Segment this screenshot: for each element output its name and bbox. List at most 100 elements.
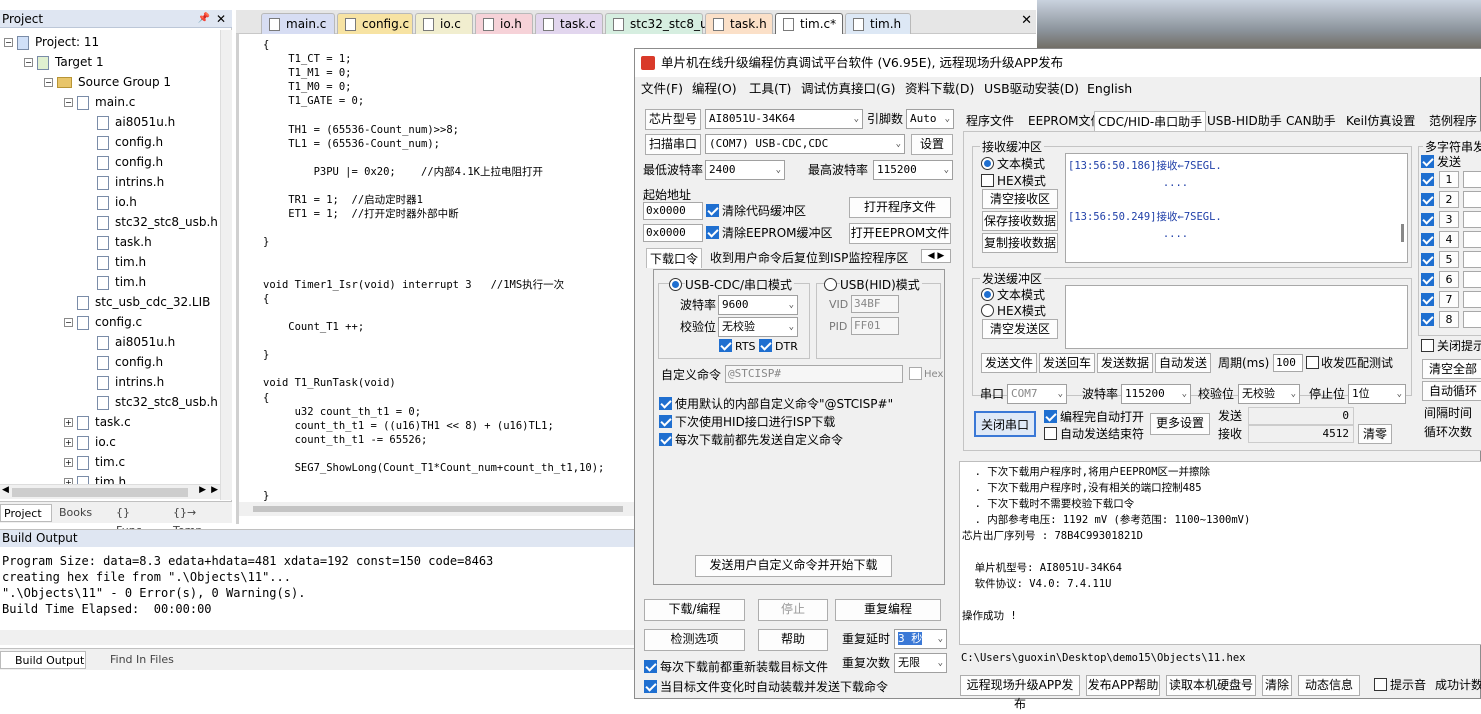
send-text-area[interactable]	[1065, 285, 1408, 349]
tree-item[interactable]: + io.c	[64, 432, 116, 452]
tab-download-password[interactable]: 下载口令	[646, 248, 703, 268]
build-output-scrollbar[interactable]	[0, 630, 636, 645]
multi-string-input[interactable]	[1463, 211, 1481, 228]
tree-item[interactable]: config.h	[84, 352, 163, 372]
editor-tab[interactable]: io.h	[475, 13, 533, 34]
tab-right-4[interactable]: CAN助手	[1283, 111, 1339, 131]
match-test-checkbox[interactable]	[1306, 356, 1319, 369]
multi-string-send-button[interactable]: 2	[1439, 191, 1459, 208]
usb-cdc-mode-radio[interactable]	[669, 278, 682, 291]
tx-hex-mode-radio[interactable]	[981, 304, 994, 317]
send-return-button[interactable]: 发送回车	[1039, 353, 1095, 373]
clear-eeprom-checkbox[interactable]	[706, 226, 719, 239]
multi-string-checkbox[interactable]	[1421, 213, 1434, 226]
menu-usb-driver[interactable]: USB驱动安装(D)	[984, 79, 1079, 99]
auto-load-checkbox[interactable]	[644, 680, 657, 693]
serial-parity-select[interactable]: 无校验 ⌄	[1238, 384, 1300, 404]
multi-string-input[interactable]	[1463, 231, 1481, 248]
tab-functions[interactable]: {} Func...	[113, 504, 169, 537]
clear-all-button[interactable]: 清空全部	[1422, 359, 1481, 379]
serial-port-select[interactable]: COM7 ⌄	[1007, 384, 1067, 404]
send-before-download-checkbox[interactable]	[659, 433, 672, 446]
clear-code-checkbox[interactable]	[706, 204, 719, 217]
editor-tab[interactable]: task.c	[535, 13, 603, 34]
tree-vertical-scrollbar[interactable]	[220, 30, 232, 500]
multi-string-checkbox[interactable]	[1421, 253, 1434, 266]
tab-build-output[interactable]: Build Output	[0, 651, 86, 669]
multi-string-send-button[interactable]: 1	[1439, 171, 1459, 188]
download-program-button[interactable]: 下载/编程	[644, 599, 745, 621]
port-select[interactable]: (COM7) USB-CDC,CDC ⌄	[705, 134, 905, 154]
close-serial-port-button[interactable]: 关闭串口	[974, 411, 1036, 437]
tab-right-0[interactable]: 程序文件	[963, 111, 1017, 131]
editor-tab[interactable]: task.h	[705, 13, 773, 34]
multi-string-send-button[interactable]: 8	[1439, 311, 1459, 328]
code-editor[interactable]: { T1_CT = 1; T1_M1 = 0; T1_M0 = 0; T1_GA…	[236, 34, 636, 524]
more-settings-button[interactable]: 更多设置	[1150, 413, 1210, 435]
chip-model-select[interactable]: AI8051U-34K64 ⌄	[705, 109, 863, 129]
close-editor-icon[interactable]: ✕	[1021, 13, 1032, 28]
tab-templates[interactable]: {}→ Temp...	[170, 504, 230, 537]
multi-string-input[interactable]	[1463, 291, 1481, 308]
multi-send-all-checkbox[interactable]	[1421, 155, 1434, 168]
save-receive-button[interactable]: 保存接收数据	[982, 211, 1058, 231]
eeprom-start-address-input[interactable]: 0x0000	[643, 224, 703, 242]
tab-find-in-files[interactable]: Find In Files	[92, 651, 182, 669]
multi-string-input[interactable]	[1463, 311, 1481, 328]
collapse-icon[interactable]: −	[4, 38, 13, 47]
receive-text-area[interactable]: [13:56:50.186]接收←7SEGL. .... [13:56:50.24…	[1065, 153, 1408, 263]
multi-string-send-button[interactable]: 5	[1439, 251, 1459, 268]
expand-icon[interactable]: +	[64, 438, 73, 447]
expand-icon[interactable]: +	[64, 418, 73, 427]
tab-project[interactable]: Project	[0, 504, 52, 522]
expand-icon[interactable]: +	[64, 458, 73, 467]
tree-item[interactable]: tim.h	[84, 252, 146, 272]
tree-item[interactable]: stc32_stc8_usb.h	[84, 392, 218, 412]
operation-log[interactable]: . 下次下载用户程序时,将用户EEPROM区一并擦除 . 下次下载用户程序时,没…	[959, 461, 1481, 645]
send-custom-command-button[interactable]: 发送用户自定义命令并开始下载	[695, 555, 892, 577]
multi-string-input[interactable]	[1463, 191, 1481, 208]
repeat-count-select[interactable]: 无限 ⌄	[894, 653, 947, 673]
stop-button[interactable]: 停止	[758, 599, 828, 621]
editor-tab[interactable]: tim.c*	[775, 13, 843, 34]
editor-tab[interactable]: stc32_stc8_usb.h	[605, 13, 733, 34]
usb-hid-mode-radio[interactable]	[824, 278, 837, 291]
tree-item[interactable]: io.h	[84, 192, 137, 212]
tree-item[interactable]: − main.c	[64, 92, 135, 112]
tree-item[interactable]: task.h	[84, 232, 152, 252]
bottom-action-button[interactable]: 发布APP帮助	[1086, 675, 1160, 696]
editor-tab[interactable]: config.c	[337, 13, 413, 34]
menu-docs[interactable]: 资料下载(D)	[905, 79, 974, 99]
open-program-file-button[interactable]: 打开程序文件	[849, 197, 951, 218]
multi-string-checkbox[interactable]	[1421, 273, 1434, 286]
auto-terminator-checkbox[interactable]	[1044, 427, 1057, 440]
repeat-delay-select[interactable]: 3 秒 ⌄	[894, 629, 947, 649]
tree-item[interactable]: − Project: 11	[4, 32, 99, 52]
tree-item[interactable]: − Target 1	[24, 52, 104, 72]
check-options-button[interactable]: 检测选项	[644, 629, 745, 651]
tab-right-3[interactable]: USB-HID助手	[1204, 111, 1285, 131]
open-eeprom-file-button[interactable]: 打开EEPROM文件	[849, 223, 951, 244]
scan-port-button[interactable]: 扫描串口	[645, 134, 701, 155]
editor-tab[interactable]: io.c	[415, 13, 473, 34]
tab-reset-to-isp[interactable]: 收到用户命令后复位到ISP监控程序区	[707, 248, 911, 268]
help-button[interactable]: 帮助	[758, 629, 828, 651]
beep-checkbox[interactable]	[1374, 678, 1387, 691]
collapse-icon[interactable]: −	[64, 318, 73, 327]
close-hint-checkbox[interactable]	[1421, 339, 1434, 352]
auto-loop-button[interactable]: 自动循环	[1422, 381, 1481, 401]
tree-item[interactable]: − config.c	[64, 312, 142, 332]
multi-string-send-button[interactable]: 4	[1439, 231, 1459, 248]
chip-model-button[interactable]: 芯片型号	[645, 109, 701, 130]
multi-string-send-button[interactable]: 6	[1439, 271, 1459, 288]
tree-item[interactable]: + tim.c	[64, 452, 125, 472]
clear-send-button[interactable]: 清空发送区	[982, 319, 1058, 339]
tree-item[interactable]: − Source Group 1	[44, 72, 171, 92]
tree-horizontal-scrollbar[interactable]: ◀ ▶ ▶	[0, 484, 220, 499]
multi-string-checkbox[interactable]	[1421, 233, 1434, 246]
custom-command-input[interactable]: @STCISP#	[725, 365, 903, 383]
serial-baud-select[interactable]: 115200 ⌄	[1121, 384, 1191, 404]
multi-string-input[interactable]	[1463, 171, 1481, 188]
max-baud-select[interactable]: 115200 ⌄	[873, 160, 953, 180]
parity-select[interactable]: 无校验 ⌄	[718, 317, 798, 337]
